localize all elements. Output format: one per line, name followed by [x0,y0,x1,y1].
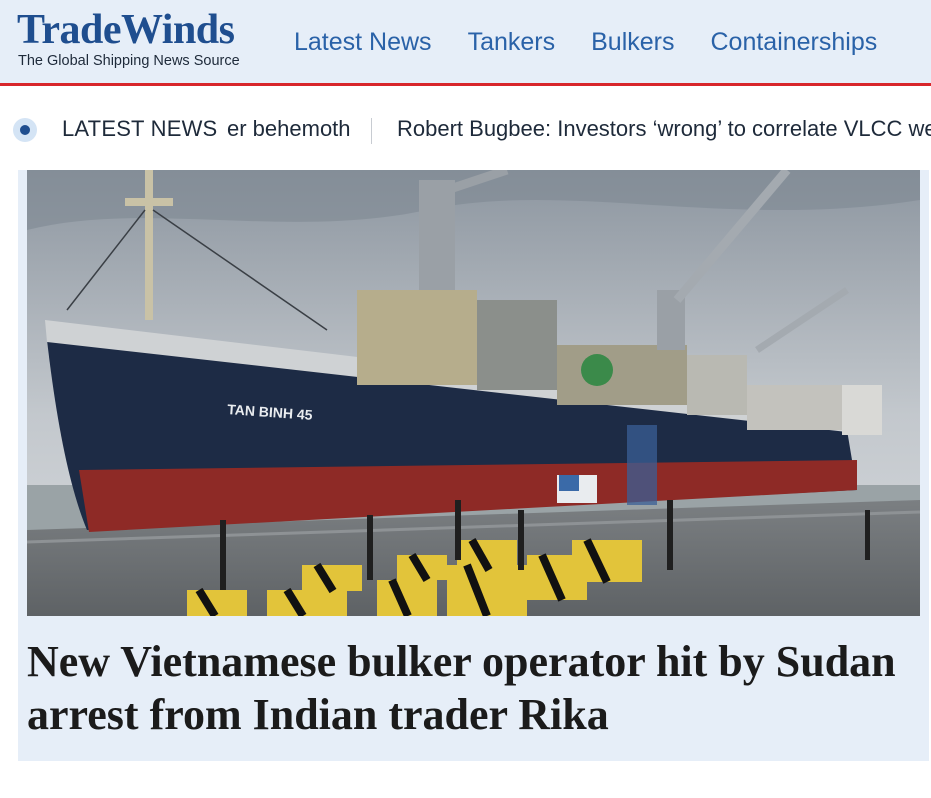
nav-containerships[interactable]: Containerships [710,28,877,57]
tradewinds-logo[interactable]: TradeWinds The Global Shipping News Sour… [17,8,240,69]
logo-wordmark: TradeWinds [17,7,235,53]
logo-tagline: The Global Shipping News Source [18,53,240,69]
live-dot-icon [13,118,37,142]
article-headline[interactable]: New Vietnamese bulker operator hit by Su… [27,635,917,741]
ticker-item[interactable]: er behemoth [227,116,351,142]
site-header: TradeWinds The Global Shipping News Sour… [0,0,931,86]
ticker-track: er behemoth Robert Bugbee: Investors ‘wr… [227,116,931,146]
nav-tankers[interactable]: Tankers [468,28,556,57]
ticker-divider [371,118,372,144]
ticker-item[interactable]: Robert Bugbee: Investors ‘wrong’ to corr… [397,116,931,142]
ticker-label: LATEST NEWS [62,116,218,141]
nav-latest-news[interactable]: Latest News [294,28,432,57]
latest-news-ticker: LATEST NEWS er behemoth Robert Bugbee: I… [0,89,931,169]
article-hero-image[interactable]: TAN BINH 45 [27,170,920,616]
main-nav: Latest News Tankers Bulkers Containershi… [294,28,913,57]
nav-bulkers[interactable]: Bulkers [591,28,674,57]
lead-article-card[interactable]: TAN BINH 45 New Vietnamese bulker operat… [18,170,929,761]
